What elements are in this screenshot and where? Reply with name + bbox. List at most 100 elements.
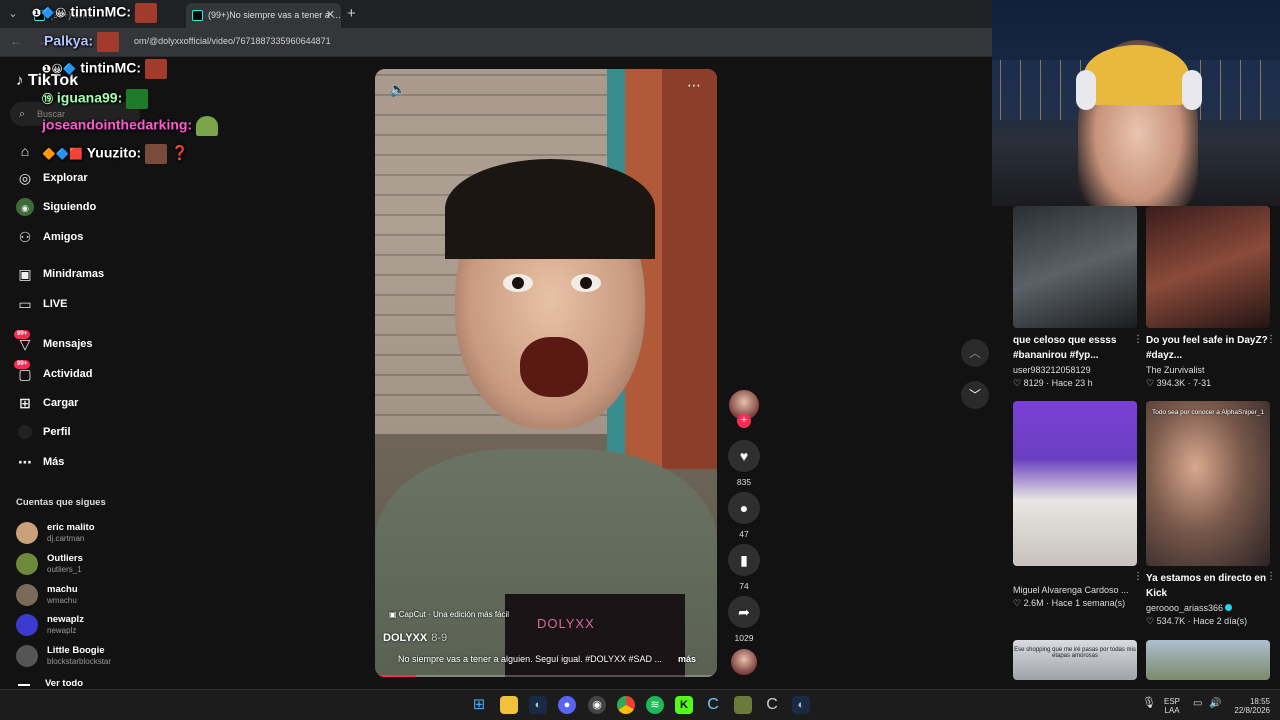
url-field[interactable]: om/@dolyxxofficial/video/767188733596064… [134,36,331,46]
avatar [16,645,38,667]
sidebar-item-minidramas[interactable]: ▣ Minidramas [16,264,104,284]
tab-search-chevron-icon[interactable]: ⌄ [4,5,22,23]
language-indicator[interactable]: ESP LAA [1164,697,1180,715]
card-title: que celoso que essss #bananirou #fyp... [1013,335,1117,361]
video-thumbnail[interactable] [1013,206,1137,328]
sidebar-item-cargar[interactable]: ⊞ Cargar [16,393,78,413]
sidebar-item-siguiendo[interactable]: ◉ Siguiendo [16,197,96,217]
spotify-icon[interactable]: ≋ [646,696,664,714]
clock[interactable]: 18:55 22/8/2026 [1228,697,1270,715]
new-tab-button[interactable]: + [347,3,356,25]
video-progress-fill [375,675,417,677]
sidebar-item-home[interactable]: ⌂ [16,141,43,161]
address-bar: ← → om/@dolyxxofficial/video/76718873359… [0,28,992,56]
sidebar-item-live[interactable]: ▭ LIVE [16,294,67,314]
app-icon[interactable] [734,696,752,714]
feed-card-4[interactable]: Todo sea por conocer a AlphaSniper_1 Ya … [1146,401,1276,627]
feed-card-1[interactable]: que celoso que essss #bananirou #fyp... … [1013,206,1143,389]
video-player[interactable]: DOLYXX 🔈 ⋯ ▣ CapCut · Una edición más fá… [375,69,717,677]
chrome-icon[interactable] [617,696,635,714]
volume-tray-icon[interactable]: 🔊 [1209,699,1221,709]
more-options-icon[interactable]: ⋯ [687,77,702,94]
card-user[interactable]: Miguel Alvarenga Cardoso ... [1013,585,1137,595]
microphone-icon[interactable]: 🎙 [1142,698,1156,709]
steam2-icon[interactable]: ◐ [792,696,810,714]
see-all-link[interactable]: Ver todo [45,678,83,689]
tiktok-favicon-icon [192,10,203,21]
card-user[interactable]: geroooo_ariass366 [1146,603,1270,613]
emote-image [145,144,168,164]
volume-icon[interactable]: 🔈 [389,81,406,98]
home-icon: ⌂ [20,143,30,159]
chat-message: ❶😀🔷 tintinMC: [42,59,167,79]
save-button[interactable]: ▮ 74 [728,544,760,591]
video-author[interactable]: DOLYXX 8-9 [383,632,447,644]
app-c-icon[interactable]: C [704,696,722,714]
share-button[interactable]: ➦ 1029 [728,596,760,643]
video-thumbnail[interactable]: Ese shopping que me iré pasas por todas … [1013,640,1137,680]
language-top: ESP [1164,697,1181,706]
heart-icon: ♥ [728,440,760,472]
video-date: 8-9 [431,632,448,644]
account-name: eric malito [47,522,95,533]
follow-plus-icon[interactable]: + [737,414,751,428]
author-name: DOLYXX [383,632,428,644]
feed-card-3[interactable]: ⋮ Miguel Alvarenga Cardoso ... ♡ 2.6M · … [1013,401,1143,609]
file-explorer-icon[interactable] [500,696,518,714]
video-thumbnail[interactable] [1146,640,1270,680]
video-description: No siempre vas a tener a alguien. Seguí … [398,654,708,664]
steam-icon[interactable]: ◐ [529,696,547,714]
sidebar-item-explorar[interactable]: ◎ Explorar [16,168,88,188]
sound-avatar-button[interactable] [728,649,760,675]
messages-badge: 99+ [14,330,31,339]
card-user[interactable]: user983212058129 [1013,365,1137,375]
network-icon[interactable]: ▭ [1193,699,1202,709]
chat-message: ❶🔷😀 tintinMC: [32,3,157,23]
sidebar-item-actividad[interactable]: ▢ 99+ Actividad [14,360,93,384]
app-c2-icon[interactable]: C [763,696,781,714]
kick-icon[interactable]: K [675,696,693,714]
tab-close-icon[interactable]: ✕ [326,3,335,28]
avatar [16,553,38,575]
browser-tab-2[interactable]: (99+)No siempre vas a tener a … ✕ [186,3,341,28]
video-thumbnail[interactable]: Todo sea por conocer a AlphaSniper_1 [1146,401,1270,566]
card-menu-icon[interactable]: ⋮ [1133,571,1143,582]
sidebar-item-label: Más [43,456,65,468]
creator-avatar-button[interactable]: + [728,390,760,428]
webcam-overlay [992,0,1280,206]
card-menu-icon[interactable]: ⋮ [1266,571,1276,582]
sidebar-item-label: Mensajes [43,338,93,350]
feed-card-5[interactable]: Ese shopping que me iré pasas por todas … [1013,640,1137,680]
sidebar-item-perfil[interactable]: Perfil [16,422,71,442]
capcut-label[interactable]: ▣ CapCut · Una edición más fácil [389,610,509,619]
previous-video-button[interactable]: ︿ [961,339,989,367]
feed-card-6[interactable] [1146,640,1270,680]
sidebar-item-amigos[interactable]: ⚇ Amigos [16,227,84,247]
feed-card-2[interactable]: Do you feel safe in DayZ? #dayz... ⋮ The… [1146,206,1276,389]
sidebar-item-label: Perfil [43,426,71,438]
video-thumbnail[interactable] [1013,401,1137,566]
windows-taskbar: ⊞ ◐ ● ◉ ≋ K C C ◐ 🎙 ESP LAA ▭ 🔊 18:55 22… [0,689,1280,720]
card-menu-icon[interactable]: ⋮ [1266,334,1276,345]
card-stats: ♡ 8129 · Hace 23 h [1013,378,1093,388]
discord-icon[interactable]: ● [558,696,576,714]
sound-avatar [731,649,757,675]
windows-start-icon[interactable]: ⊞ [470,696,488,714]
shirt-print [505,594,685,677]
card-user[interactable]: The Zurvivalist [1146,365,1270,375]
more-link[interactable]: más [678,654,696,664]
video-progress-bar[interactable] [375,675,717,677]
sidebar-item-mas[interactable]: ⋯ Más [16,452,64,472]
card-menu-icon[interactable]: ⋮ [1133,334,1143,345]
comment-button[interactable]: ● 47 [728,492,760,539]
video-thumbnail[interactable] [1146,206,1270,328]
verified-badge-icon [1225,604,1233,611]
back-arrow-icon[interactable]: ← [10,34,22,48]
description-text: No siempre vas a tener a alguien. Seguí … [398,654,662,664]
obs-icon[interactable]: ◉ [588,696,606,714]
next-video-button[interactable]: ﹀ [961,381,989,409]
account-handle: newaplz [47,626,77,635]
sidebar-item-mensajes[interactable]: ▽ 99+ Mensajes [14,330,93,354]
like-button[interactable]: ♥ 835 [728,440,760,487]
language-bottom: LAA [1164,706,1180,715]
